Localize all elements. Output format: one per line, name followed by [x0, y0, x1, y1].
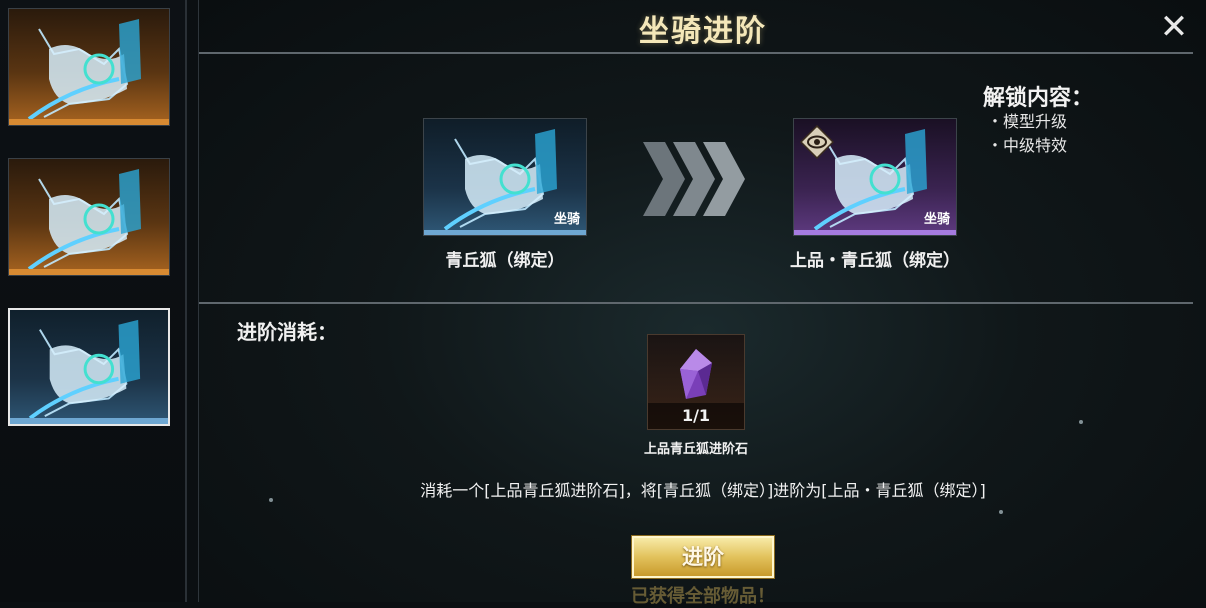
- advance-button[interactable]: 进阶: [632, 536, 774, 578]
- advance-arrow-icon: [643, 142, 745, 216]
- rarity-bar: [9, 119, 169, 125]
- mount-list-item[interactable]: [8, 158, 170, 276]
- rarity-bar: [9, 269, 169, 275]
- unlock-item: ・模型升级: [987, 112, 1068, 131]
- divider: [199, 52, 1193, 54]
- close-icon[interactable]: ✕: [1157, 10, 1191, 44]
- mount-list-item[interactable]: [8, 8, 170, 126]
- advance-description: 消耗一个[上品青丘狐进阶石]，将[青丘狐（绑定）]进阶为[上品・青丘狐（绑定）]: [420, 481, 986, 500]
- current-mount-card[interactable]: 坐骑: [423, 118, 587, 236]
- mount-list-item-selected[interactable]: [8, 308, 170, 426]
- mount-advance-panel: 坐骑进阶 ✕ 解锁内容： ・模型升级 ・中级特效 坐骑 青丘狐（绑定） 坐骑 上…: [198, 0, 1206, 607]
- crystal-stone-icon: [680, 349, 712, 399]
- page-title: 坐骑进阶: [639, 14, 767, 49]
- cost-label: 进阶消耗：: [237, 320, 337, 344]
- rarity-bar: [794, 230, 956, 235]
- rarity-bar: [424, 230, 586, 235]
- advance-stone-slot[interactable]: 1/1: [647, 334, 745, 430]
- sparkle-decoration: [1079, 420, 1083, 424]
- eye-icon[interactable]: [800, 125, 834, 159]
- unlock-item: ・中级特效: [987, 136, 1068, 155]
- divider: [199, 302, 1193, 304]
- fox-mount-icon: [28, 319, 141, 420]
- sparkle-decoration: [999, 510, 1003, 514]
- fox-mount-icon: [27, 19, 141, 121]
- mount-tag: 坐骑: [923, 212, 950, 227]
- upgraded-mount-card[interactable]: 坐骑: [793, 118, 957, 236]
- current-mount-name: 青丘狐（绑定）: [445, 251, 565, 271]
- status-text: 已获得全部物品！: [631, 586, 775, 607]
- item-name: 上品青丘狐进阶石: [643, 442, 748, 457]
- fox-mount-icon: [27, 169, 141, 271]
- upgraded-mount-name: 上品・青丘狐（绑定）: [790, 251, 960, 271]
- mount-list-sidebar: [0, 0, 187, 602]
- item-count: 1/1: [648, 403, 744, 429]
- rarity-bar: [10, 418, 168, 424]
- mount-tag: 坐骑: [553, 212, 580, 227]
